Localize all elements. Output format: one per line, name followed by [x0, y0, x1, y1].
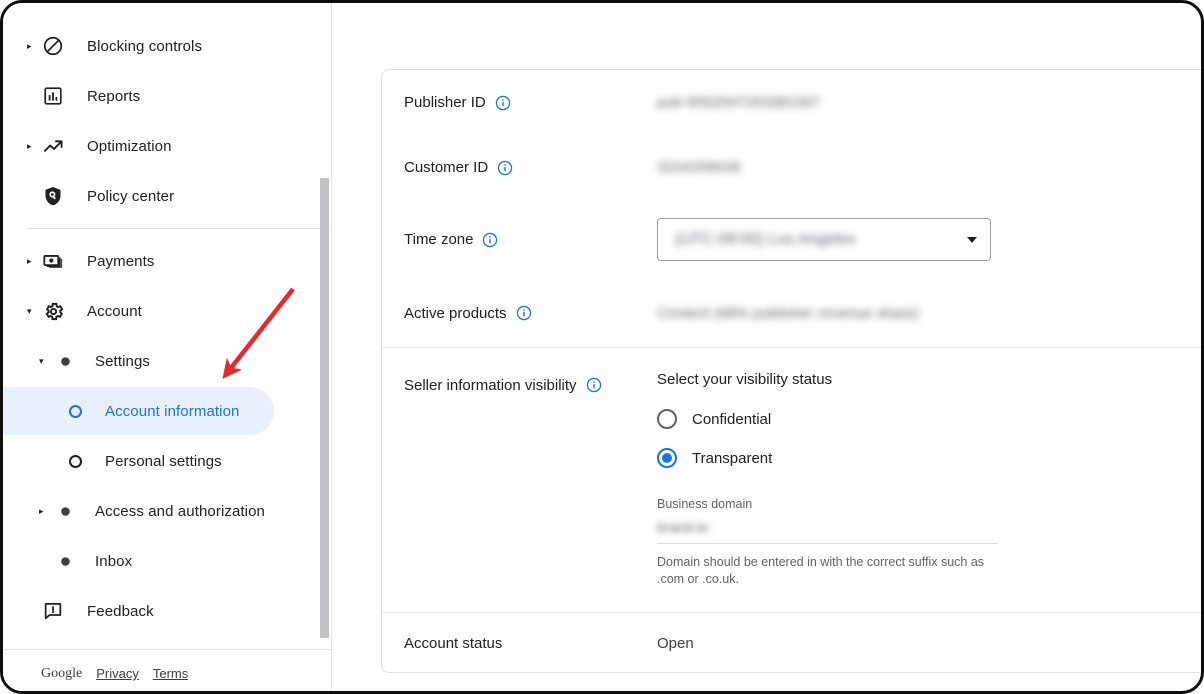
sidebar-item-label: Payments [87, 252, 155, 270]
account-status-section: Account status Open [382, 613, 1201, 672]
dot-filled-icon [54, 500, 77, 523]
radio-icon[interactable] [657, 448, 677, 468]
terms-link[interactable]: Terms [153, 666, 188, 681]
sidebar-item-personal-settings[interactable]: Personal settings [3, 437, 331, 485]
info-icon[interactable] [482, 232, 498, 248]
sidebar-nav-list: ▸ Blocking controls Reports ▸ Optimizati… [3, 3, 331, 637]
sidebar-scrollbar-thumb[interactable] [320, 178, 329, 638]
bar-chart-icon [41, 84, 65, 108]
block-icon [41, 34, 65, 58]
sidebar-item-label: Account information [105, 402, 240, 420]
chevron-down-icon[interactable] [967, 236, 977, 243]
seller-information-visibility-label: Seller information visibility [382, 371, 657, 399]
dot-filled-icon [54, 550, 77, 573]
sidebar-item-label: Feedback [87, 602, 154, 620]
sidebar: ▸ Blocking controls Reports ▸ Optimizati… [3, 3, 332, 691]
business-domain-input[interactable]: brand.to [657, 519, 998, 544]
label-text: Publisher ID [404, 94, 486, 111]
customer-id-label: Customer ID [382, 159, 657, 176]
sidebar-item-label: Access and authorization [95, 502, 265, 520]
sidebar-item-access-and-authorization[interactable]: ▸ Access and authorization [3, 487, 331, 535]
info-icon[interactable] [586, 377, 602, 393]
publisher-id-label: Publisher ID [382, 94, 657, 111]
sidebar-item-label: Reports [87, 87, 141, 105]
radio-icon[interactable] [657, 409, 677, 429]
account-details-section: Publisher ID pub-9052947263381567 Custom… [382, 70, 1201, 347]
sidebar-footer: Google Privacy Terms [3, 649, 331, 691]
row-customer-id: Customer ID 3224259028 [382, 135, 1201, 200]
sidebar-item-blocking-controls[interactable]: ▸ Blocking controls [3, 22, 331, 70]
time-zone-label: Time zone [382, 231, 657, 248]
account-information-card: Publisher ID pub-9052947263381567 Custom… [381, 69, 1201, 673]
seller-information-visibility-section: Seller information visibility Select you… [382, 348, 1201, 612]
business-domain-caption: Business domain [657, 497, 753, 511]
sidebar-item-reports[interactable]: Reports [3, 72, 331, 120]
radio-label: Transparent [692, 449, 773, 467]
sidebar-item-label: Settings [95, 352, 150, 370]
row-seller-information-visibility: Seller information visibility Select you… [382, 348, 1201, 588]
chevron-down-icon[interactable]: ▾ [39, 356, 53, 366]
trending-up-icon [41, 134, 65, 158]
chevron-right-icon[interactable]: ▸ [27, 141, 41, 151]
dot-filled-icon [54, 350, 77, 373]
sidebar-divider [27, 228, 331, 229]
customer-id-value: 3224259028 [657, 159, 741, 176]
business-domain-value: brand.to [657, 519, 709, 535]
visibility-controls: Select your visibility status Confidenti… [657, 371, 1002, 588]
chevron-right-icon[interactable]: ▸ [27, 256, 41, 266]
radio-confidential[interactable]: Confidential [657, 402, 1002, 436]
row-time-zone: Time zone (UTC-08:00) Los Angeles [382, 200, 1201, 279]
google-wordmark: Google [41, 665, 83, 681]
sidebar-item-label: Inbox [95, 552, 133, 570]
app-window: ▸ Blocking controls Reports ▸ Optimizati… [0, 0, 1204, 694]
privacy-link[interactable]: Privacy [96, 666, 139, 681]
label-text: Customer ID [404, 159, 489, 176]
sidebar-scrollbar-track[interactable] [320, 3, 330, 691]
row-active-products: Active products Content (68% publisher r… [382, 279, 1201, 347]
radio-transparent[interactable]: Transparent [657, 441, 1002, 475]
feedback-icon [41, 599, 65, 623]
account-status-label: Account status [382, 635, 657, 652]
gear-icon [41, 299, 65, 323]
dot-ring-icon [63, 399, 87, 423]
policy-shield-icon [41, 184, 65, 208]
business-domain-helper-text: Domain should be entered in with the cor… [657, 555, 985, 586]
sidebar-item-label: Policy center [87, 187, 175, 205]
sidebar-item-inbox[interactable]: Inbox [3, 537, 331, 585]
account-status-value: Open [657, 634, 694, 652]
row-publisher-id: Publisher ID pub-9052947263381567 [382, 70, 1201, 135]
chevron-down-icon[interactable]: ▾ [27, 306, 41, 316]
payments-icon [41, 249, 65, 273]
sidebar-item-feedback[interactable]: Feedback [3, 587, 331, 635]
time-zone-select[interactable]: (UTC-08:00) Los Angeles [657, 218, 991, 261]
main-content: Publisher ID pub-9052947263381567 Custom… [332, 3, 1201, 691]
sidebar-item-settings[interactable]: ▾ Settings [3, 337, 331, 385]
sidebar-item-account-information[interactable]: Account information [3, 387, 274, 435]
active-products-value: Content (68% publisher revenue share) [657, 304, 919, 322]
sidebar-item-label: Personal settings [105, 452, 222, 470]
row-account-status: Account status Open [382, 613, 1201, 672]
label-text: Time zone [404, 231, 474, 248]
info-icon[interactable] [516, 305, 532, 321]
sidebar-item-optimization[interactable]: ▸ Optimization [3, 122, 331, 170]
label-text: Seller information visibility [404, 376, 577, 394]
chevron-right-icon[interactable]: ▸ [27, 41, 41, 51]
dot-ring-icon [63, 449, 87, 473]
sidebar-item-label: Blocking controls [87, 37, 203, 55]
chevron-right-icon[interactable]: ▸ [39, 506, 53, 516]
sidebar-item-label: Account [87, 302, 142, 320]
label-text: Active products [404, 304, 507, 322]
time-zone-value: (UTC-08:00) Los Angeles [675, 230, 856, 248]
sidebar-item-policy-center[interactable]: Policy center [3, 172, 331, 220]
visibility-heading: Select your visibility status [657, 371, 833, 388]
publisher-id-value: pub-9052947263381567 [657, 94, 821, 111]
info-icon[interactable] [497, 160, 513, 176]
info-icon[interactable] [495, 95, 511, 111]
sidebar-item-payments[interactable]: ▸ Payments [3, 237, 331, 285]
label-text: Account status [404, 634, 503, 652]
sidebar-item-account[interactable]: ▾ Account [3, 287, 331, 335]
active-products-label: Active products [382, 305, 657, 322]
radio-label: Confidential [692, 410, 772, 428]
sidebar-item-label: Optimization [87, 137, 172, 155]
